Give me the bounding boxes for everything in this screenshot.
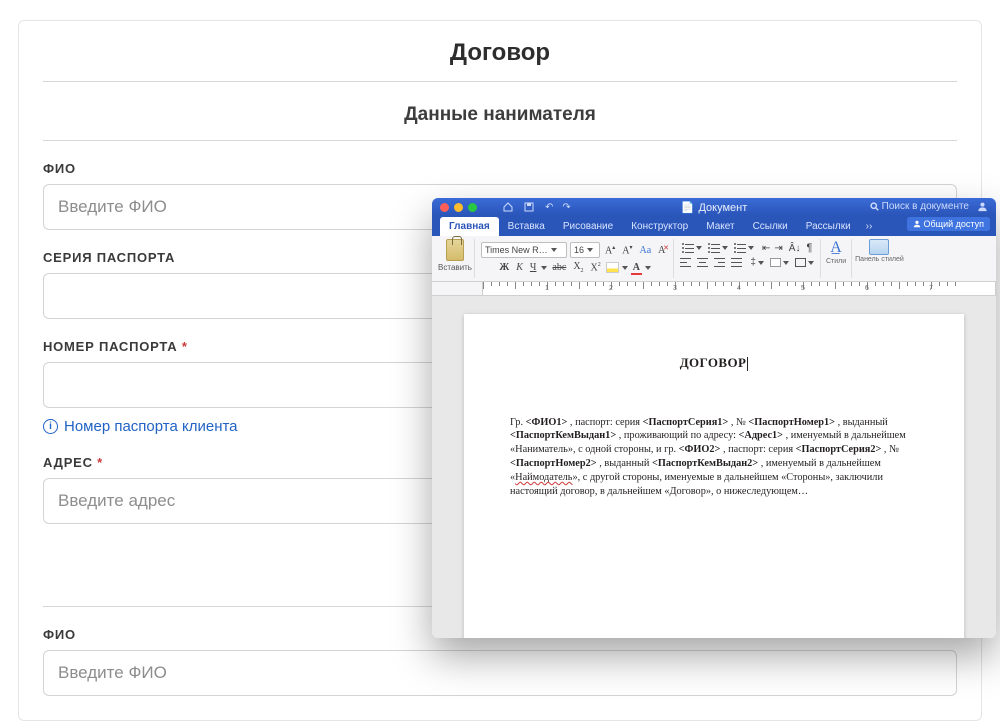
word-window: ↶ ↷ 📄Документ Поиск в документе Главная … [432, 198, 996, 638]
tab-layout[interactable]: Макет [697, 217, 743, 236]
ribbon-group-styles: A̲ Стили [821, 239, 852, 278]
highlight-button[interactable] [606, 262, 619, 273]
toolbar-redo-icon[interactable]: ↷ [562, 202, 570, 213]
grow-font-button[interactable]: A▴ [603, 244, 617, 256]
panel-title: Договор [43, 21, 957, 82]
section-tenant-title: Данные нанимателя [43, 82, 957, 141]
shrink-font-button[interactable]: A▾ [620, 244, 634, 256]
increase-indent-button[interactable]: ⇥ [774, 243, 782, 254]
document-page[interactable]: ДОГОВОР Гр. <ФИО1> , паспорт: серия <Пас… [464, 314, 964, 638]
paste-icon[interactable] [446, 239, 464, 261]
search-icon [870, 202, 879, 211]
shading-button[interactable] [770, 258, 781, 267]
share-person-icon [913, 220, 921, 228]
bold-button[interactable]: Ж [497, 262, 511, 273]
strike-button[interactable]: abc [550, 262, 568, 273]
italic-button[interactable]: К [514, 262, 525, 273]
change-case-button[interactable]: Aa [638, 245, 654, 256]
horizontal-ruler[interactable]: 1234567 [432, 282, 996, 296]
tab-mailings[interactable]: Рассылки [797, 217, 860, 236]
toolbar-undo-icon[interactable]: ↶ [545, 202, 553, 213]
toolbar-save-icon[interactable] [524, 202, 534, 212]
highlight-menu-icon[interactable] [622, 266, 628, 270]
label-passport-number-text: НОМЕР ПАСПОРТА [43, 339, 177, 354]
ribbon-group-styles-panel: Панель стилей [852, 239, 907, 278]
superscript-button[interactable]: X2 [589, 262, 603, 273]
traffic-close-icon[interactable] [440, 203, 449, 212]
font-color-button[interactable]: А [631, 262, 642, 273]
label-fio: ФИО [43, 161, 957, 176]
required-mark: * [182, 339, 188, 354]
decrease-indent-button[interactable]: ⇤ [762, 243, 770, 254]
multilevel-list-button[interactable] [734, 243, 746, 253]
font-size-select[interactable]: 16 [570, 242, 600, 258]
number-list-button[interactable] [708, 243, 720, 253]
search-placeholder: Поиск в документе [882, 201, 969, 212]
helper-text: Номер паспорта клиента [64, 418, 238, 435]
label-address-text: АДРЕС [43, 455, 93, 470]
line-spacing-button[interactable]: ‡ [750, 257, 756, 268]
show-marks-button[interactable]: ¶ [806, 242, 812, 254]
window-titlebar[interactable]: ↶ ↷ 📄Документ Поиск в документе [432, 198, 996, 216]
toolbar-home-icon[interactable] [503, 202, 513, 212]
borders-button[interactable] [795, 258, 806, 267]
align-right-button[interactable] [714, 258, 725, 267]
tab-insert[interactable]: Вставка [499, 217, 554, 236]
align-center-button[interactable] [697, 258, 708, 267]
doc-body: Гр. <ФИО1> , паспорт: серия <ПаспортСери… [510, 416, 918, 499]
ribbon-group-paragraph: ⇤ ⇥ Â↓ ¶ ‡ [674, 239, 821, 278]
doc-title: ДОГОВОР [510, 354, 918, 372]
tab-draw[interactable]: Рисование [554, 217, 622, 236]
input-fio-landlord[interactable] [43, 650, 957, 696]
search-box[interactable]: Поиск в документе [870, 201, 969, 212]
tab-references[interactable]: Ссылки [744, 217, 797, 236]
required-mark: * [97, 455, 103, 470]
sort-button[interactable]: Â↓ [789, 243, 801, 254]
underline-menu-icon[interactable] [541, 266, 547, 270]
bullet-list-button[interactable] [682, 243, 694, 253]
info-icon: i [43, 419, 58, 434]
ribbon-group-clipboard: Вставить [436, 239, 475, 278]
document-canvas[interactable]: ДОГОВОР Гр. <ФИО1> , паспорт: серия <Пас… [432, 296, 996, 638]
tab-design[interactable]: Конструктор [622, 217, 697, 236]
styles-label: Стили [826, 258, 846, 265]
subscript-button[interactable]: X2 [571, 261, 585, 274]
font-color-menu-icon[interactable] [645, 266, 651, 270]
align-left-button[interactable] [680, 258, 691, 267]
paste-label: Вставить [438, 263, 472, 272]
tab-more[interactable]: ›› [860, 217, 879, 236]
ribbon-toolbar: Вставить Times New R… 16 A▴ A▾ Aa A✕ Ж К… [432, 236, 996, 282]
tab-home[interactable]: Главная [440, 217, 499, 236]
styles-button[interactable]: A̲ [830, 239, 842, 257]
text-cursor-icon [747, 357, 748, 371]
clear-format-button[interactable]: A✕ [656, 245, 667, 256]
align-justify-button[interactable] [731, 258, 742, 267]
ribbon-tabs: Главная Вставка Рисование Конструктор Ма… [432, 216, 996, 236]
traffic-min-icon[interactable] [454, 203, 463, 212]
font-name-select[interactable]: Times New R… [481, 242, 567, 258]
share-button[interactable]: Общий доступ [907, 217, 990, 231]
ribbon-group-font: Times New R… 16 A▴ A▾ Aa A✕ Ж К Ч abc X2… [475, 239, 674, 278]
traffic-max-icon[interactable] [468, 203, 477, 212]
styles-panel-button[interactable] [869, 239, 889, 255]
account-icon[interactable] [977, 201, 988, 212]
styles-panel-label: Панель стилей [855, 256, 904, 263]
underline-button[interactable]: Ч [528, 262, 539, 273]
